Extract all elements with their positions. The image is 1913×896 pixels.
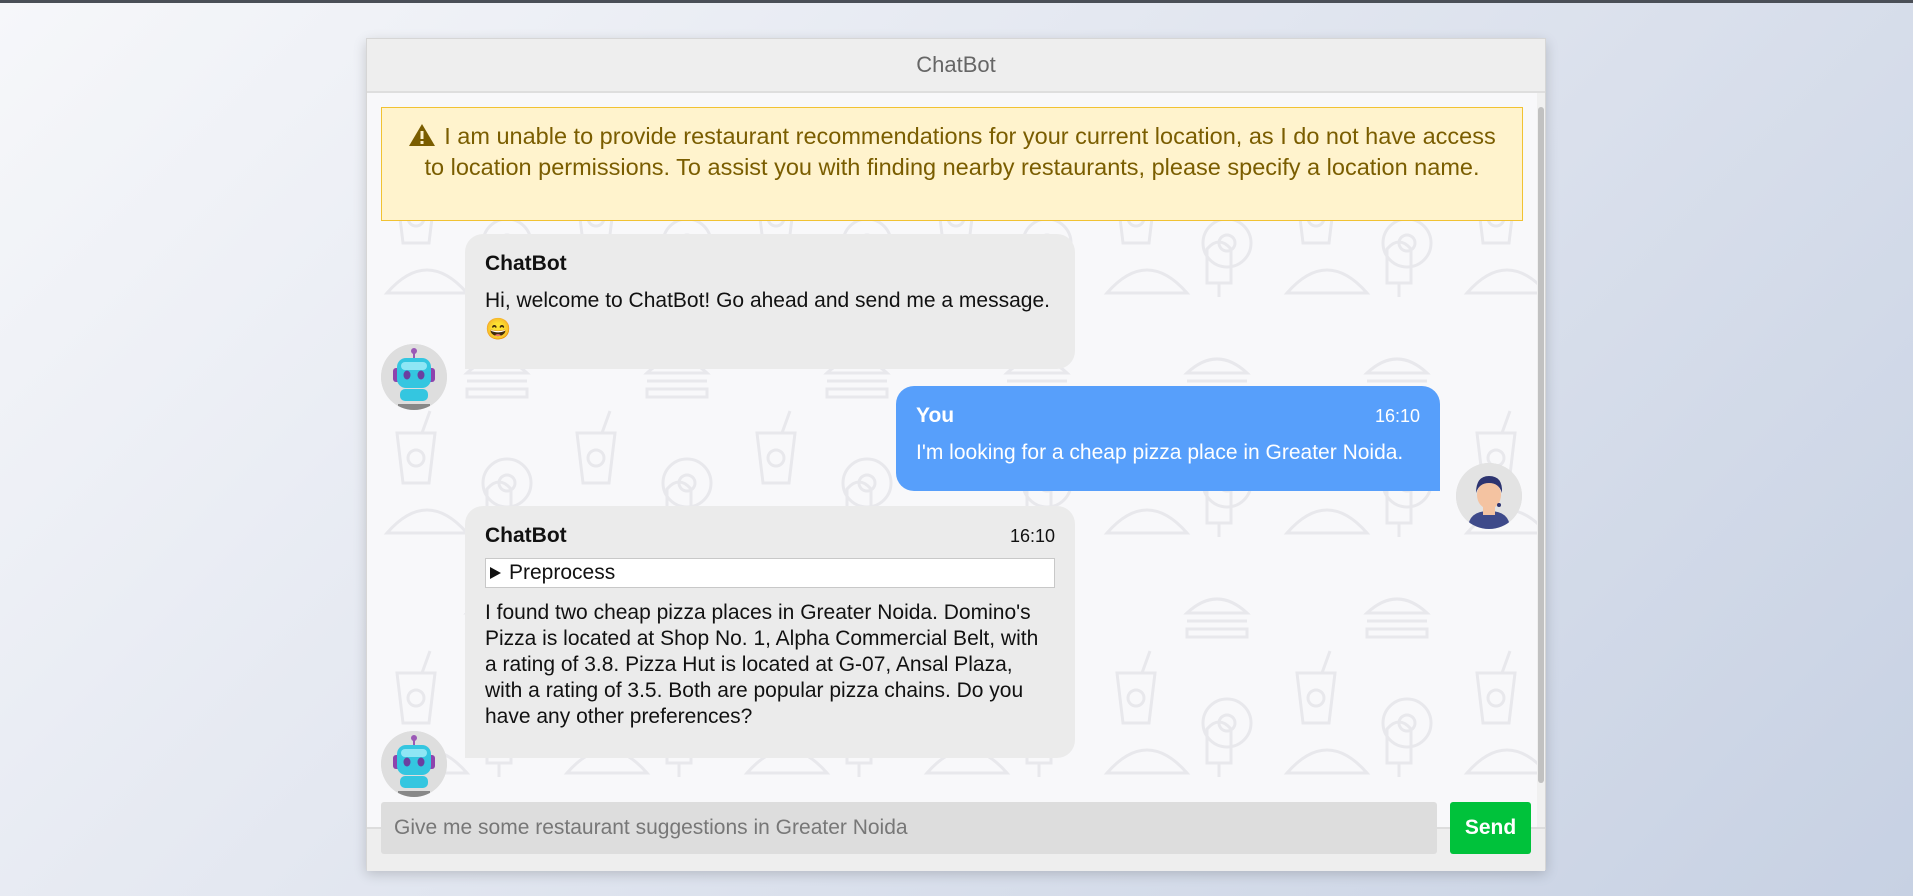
browser-top-edge <box>0 0 1913 3</box>
user-avatar <box>1456 463 1522 529</box>
chat-scrollbar[interactable] <box>1537 93 1545 827</box>
message-sender: ChatBot <box>485 524 567 547</box>
message-bubble-user: You 16:10 I'm looking for a cheap pizza … <box>896 386 1440 491</box>
location-warning-alert: I am unable to provide restaurant recomm… <box>381 107 1523 221</box>
chat-window: ChatBot I am unable to provide restauran… <box>366 38 1546 871</box>
chat-header: ChatBot <box>367 39 1545 93</box>
chat-scrollbar-thumb[interactable] <box>1538 107 1544 783</box>
message-input[interactable] <box>381 802 1437 854</box>
robot-avatar <box>381 344 447 410</box>
message-time: 16:10 <box>1374 405 1420 426</box>
message-text: I found two cheap pizza places in Greate… <box>485 601 1039 728</box>
robot-avatar <box>381 731 447 797</box>
details-summary-label: Preprocess <box>509 561 616 584</box>
message-time: 16:10 <box>1009 525 1055 546</box>
chat-messages-area[interactable]: I am unable to provide restaurant recomm… <box>367 93 1545 827</box>
message-sender: ChatBot <box>485 252 567 275</box>
message-sender: You <box>916 404 955 427</box>
message-text: I'm looking for a cheap pizza place in G… <box>916 441 1404 464</box>
message-bubble-bot: ChatBot Hi, welcome to ChatBot! Go ahead… <box>465 234 1075 369</box>
alert-text: I am unable to provide restaurant recomm… <box>424 123 1496 180</box>
preprocess-details-toggle[interactable]: Preprocess <box>485 558 1055 588</box>
message-bubble-bot: ChatBot 16:10 Preprocess I found two che… <box>465 506 1075 758</box>
send-button[interactable]: Send <box>1450 802 1531 854</box>
warning-icon <box>408 123 436 153</box>
chat-title: ChatBot <box>916 52 996 77</box>
disclosure-triangle-icon <box>490 567 501 579</box>
message-text: Hi, welcome to ChatBot! Go ahead and sen… <box>485 289 1050 341</box>
